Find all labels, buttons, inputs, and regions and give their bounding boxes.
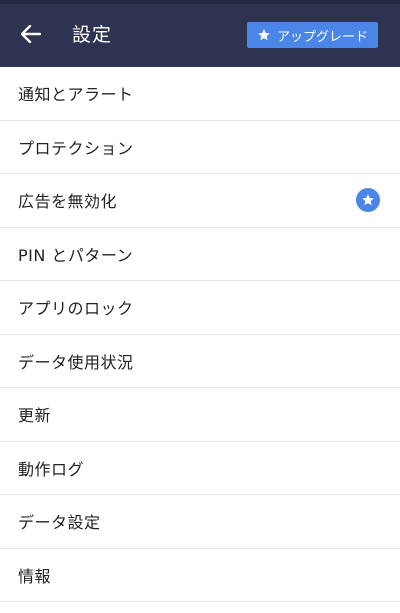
menu-item-label: 広告を無効化 (18, 192, 118, 212)
menu-item-data-usage[interactable]: データ使用状況 (0, 335, 400, 388)
menu-item-label: アプリのロック (18, 299, 134, 319)
menu-item-pin-pattern[interactable]: PIN とパターン (0, 228, 400, 281)
menu-item-protection[interactable]: プロテクション (0, 121, 400, 174)
menu-item-label: 更新 (18, 406, 52, 426)
arrow-left-icon (20, 24, 42, 47)
menu-item-label: データ設定 (18, 513, 101, 533)
menu-item-label: 通知とアラート (18, 85, 134, 105)
menu-item-about[interactable]: 情報 (0, 549, 400, 602)
premium-star-icon (356, 188, 380, 213)
menu-item-label: プロテクション (18, 138, 134, 158)
menu-item-label: PIN とパターン (18, 245, 134, 265)
menu-item-app-lock[interactable]: アプリのロック (0, 281, 400, 335)
menu-item-update[interactable]: 更新 (0, 388, 400, 442)
menu-item-data-settings[interactable]: データ設定 (0, 495, 400, 549)
menu-item-label: 動作ログ (18, 459, 85, 479)
page-title: 設定 (72, 24, 113, 46)
star-icon (257, 28, 271, 42)
back-button[interactable] (14, 20, 48, 52)
menu-item-disable-ads[interactable]: 広告を無効化 (0, 174, 400, 228)
upgrade-button[interactable]: アップグレード (247, 22, 378, 48)
menu-item-label: 情報 (18, 566, 52, 586)
app-bar: 設定 アップグレード (0, 0, 400, 67)
menu-item-label: データ使用状況 (18, 352, 134, 372)
menu-item-activity-log[interactable]: 動作ログ (0, 442, 400, 495)
menu-item-notifications[interactable]: 通知とアラート (0, 67, 400, 121)
status-strip (0, 0, 400, 4)
settings-screen: 設定 アップグレード 通知とアラート プロテクション 広告を無効化 PIN とパ… (0, 0, 400, 613)
settings-menu: 通知とアラート プロテクション 広告を無効化 PIN とパターン アプリのロック… (0, 67, 400, 602)
upgrade-label: アップグレード (276, 29, 368, 45)
